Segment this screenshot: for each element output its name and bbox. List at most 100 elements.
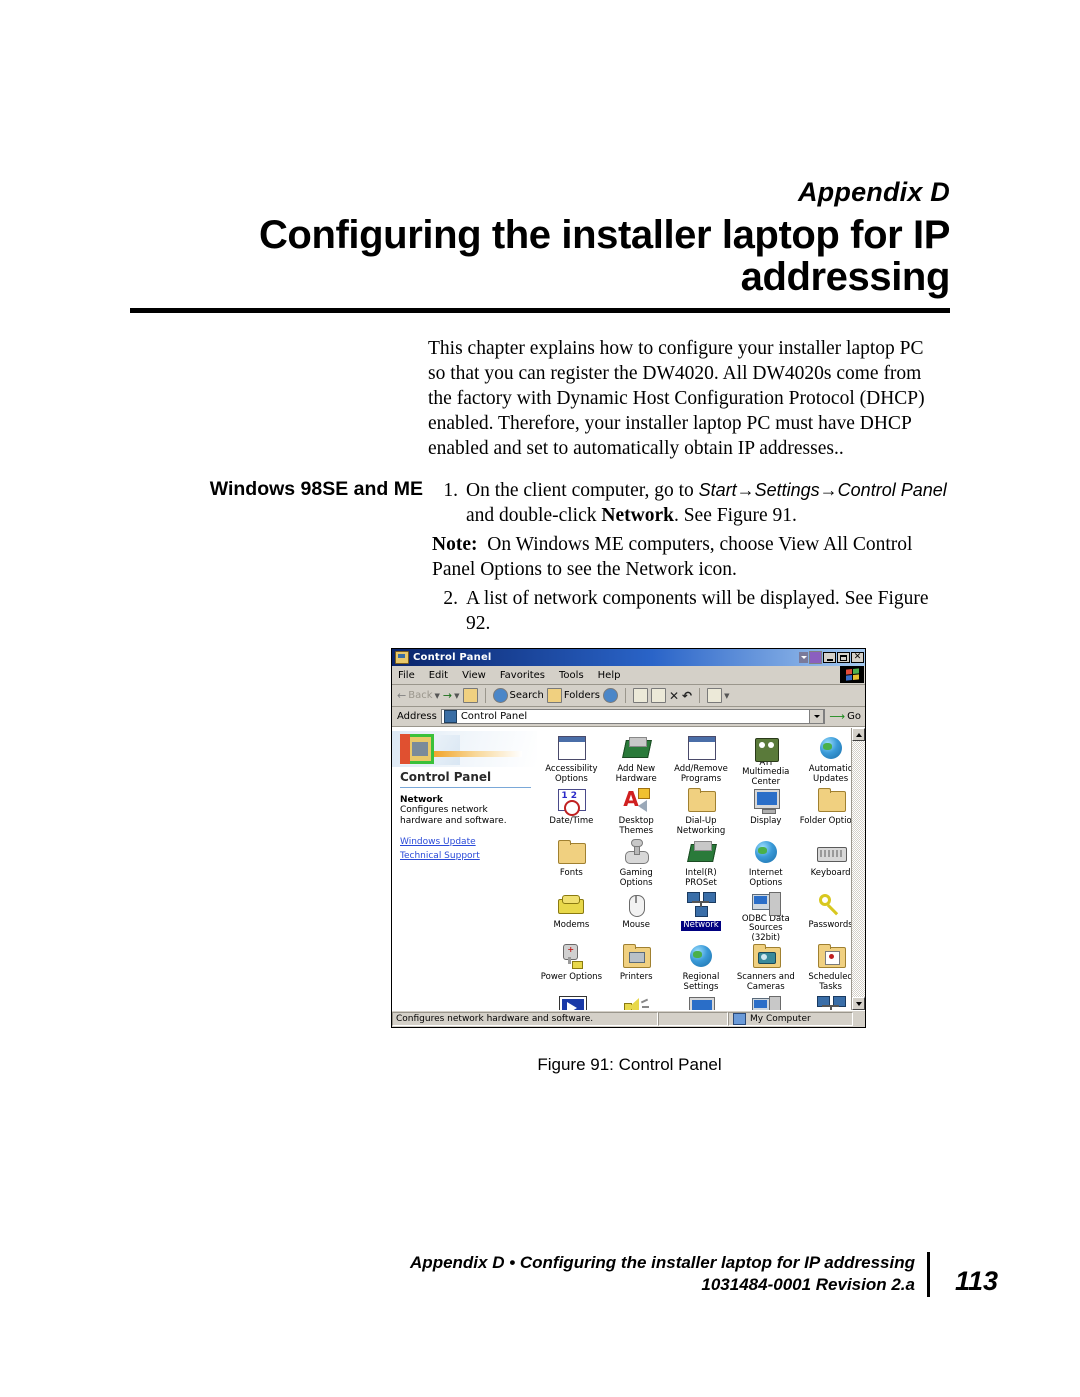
undo-button[interactable]: ↶ bbox=[682, 690, 692, 702]
views-button[interactable]: ▼ bbox=[707, 688, 730, 703]
control-panel-item[interactable]: Scanners and Cameras bbox=[733, 943, 798, 995]
document-page: Appendix D Configuring the installer lap… bbox=[0, 0, 1080, 1397]
note-block: Note: On Windows ME computers, choose Vi… bbox=[432, 532, 947, 582]
address-dropdown-icon[interactable] bbox=[809, 709, 825, 724]
menu-item-help[interactable]: Help bbox=[598, 670, 621, 681]
back-button[interactable]: ← Back ▼ bbox=[397, 690, 440, 701]
move-to-button[interactable] bbox=[632, 688, 648, 703]
pane-item-desc: Configures network hardware and software… bbox=[400, 805, 507, 826]
control-panel-banner-icon bbox=[400, 734, 434, 764]
control-panel-item[interactable]: Modems bbox=[539, 891, 604, 943]
list-item: 1. On the client computer, go to Start→S… bbox=[432, 478, 947, 528]
menu-item-edit[interactable]: Edit bbox=[429, 670, 448, 681]
pane-item-title: Network bbox=[400, 795, 443, 805]
toolbar-separator bbox=[624, 688, 626, 703]
control-panel-item[interactable]: 1 2 Date/Time bbox=[539, 787, 604, 839]
control-panel-item[interactable]: Dial-Up Networking bbox=[669, 787, 734, 839]
search-button[interactable]: Search bbox=[492, 688, 544, 703]
control-panel-item-label: Power Options bbox=[540, 972, 602, 982]
camera-icon bbox=[751, 943, 781, 971]
footer-text: Appendix D • Configuring the installer l… bbox=[380, 1252, 927, 1296]
address-input[interactable]: Control Panel bbox=[440, 709, 826, 724]
control-panel-icon-grid: Accessibility Options Add New Hardware Add… bbox=[537, 728, 865, 1010]
history-button[interactable] bbox=[602, 688, 618, 703]
window-icon bbox=[686, 735, 716, 763]
network-icon bbox=[816, 995, 846, 1010]
control-panel-item[interactable]: A Desktop Themes bbox=[604, 787, 669, 839]
status-zone: My Computer bbox=[728, 1012, 853, 1026]
control-panel-item[interactable] bbox=[604, 995, 669, 1010]
intro-paragraph: This chapter explains how to configure y… bbox=[428, 338, 925, 459]
up-button[interactable] bbox=[462, 688, 478, 703]
window-title-bar: Control Panel ✕ bbox=[392, 649, 865, 666]
control-panel-item[interactable]: Internet Options bbox=[733, 839, 798, 891]
control-panel-item[interactable]: Display bbox=[733, 787, 798, 839]
control-panel-item[interactable]: ODBC Data Sources (32bit) bbox=[733, 891, 798, 943]
step-number: 1. bbox=[443, 480, 458, 501]
copy-to-button[interactable] bbox=[650, 688, 666, 703]
go-button[interactable]: ⟶ Go bbox=[825, 710, 865, 723]
control-panel-item[interactable] bbox=[539, 995, 604, 1010]
heading-rule bbox=[130, 308, 950, 314]
forward-button[interactable]: → ▼ bbox=[443, 690, 460, 701]
keyboard-icon bbox=[816, 839, 847, 867]
menu-item-tools[interactable]: Tools bbox=[559, 670, 584, 681]
delete-button[interactable]: ✕ bbox=[669, 690, 679, 702]
control-panel-item[interactable]: Network bbox=[669, 891, 734, 943]
link-windows-update[interactable]: Windows Update bbox=[400, 837, 537, 847]
pane-rule bbox=[400, 787, 531, 788]
globe-icon bbox=[686, 943, 716, 971]
menu-bar: File Edit View Favorites Tools Help bbox=[392, 666, 865, 685]
control-panel-item[interactable] bbox=[669, 995, 734, 1010]
speaker-icon bbox=[621, 995, 651, 1010]
control-panel-item-label: Printers bbox=[619, 972, 653, 982]
close-button[interactable]: ✕ bbox=[851, 652, 864, 663]
control-panel-item-label: Scanners and Cameras bbox=[736, 972, 795, 992]
scroll-down-icon[interactable] bbox=[852, 997, 865, 1010]
menu-item-favorites[interactable]: Favorites bbox=[500, 670, 545, 681]
minimize-button[interactable] bbox=[823, 652, 836, 663]
control-panel-item[interactable]: Fonts bbox=[539, 839, 604, 891]
control-panel-item[interactable]: Printers bbox=[604, 943, 669, 995]
control-panel-item[interactable]: Intel(R) PROSet bbox=[669, 839, 734, 891]
scroll-up-icon[interactable] bbox=[852, 728, 865, 741]
control-panel-item[interactable]: Mouse bbox=[604, 891, 669, 943]
control-panel-item-label: Passwords bbox=[808, 920, 853, 930]
control-panel-item-label: Accessibility Options bbox=[545, 764, 598, 784]
link-technical-support[interactable]: Technical Support bbox=[400, 851, 537, 861]
menu-item-file[interactable]: File bbox=[398, 670, 415, 681]
vertical-scrollbar[interactable] bbox=[851, 728, 865, 1010]
status-spacer bbox=[658, 1012, 728, 1026]
resize-grip-icon[interactable] bbox=[853, 1012, 865, 1026]
maximize-button[interactable] bbox=[837, 652, 850, 663]
control-panel-item-label: Add New Hardware bbox=[615, 764, 657, 784]
printer-icon bbox=[621, 943, 652, 971]
chevron-down-icon[interactable] bbox=[799, 652, 808, 663]
page-footer: Appendix D • Configuring the installer l… bbox=[380, 1252, 998, 1297]
status-zone-label: My Computer bbox=[750, 1014, 811, 1024]
banner-stripe bbox=[430, 751, 522, 757]
step1-part2: and double-click bbox=[466, 505, 602, 526]
scrollbar-track[interactable] bbox=[852, 741, 865, 997]
figure-caption: Figure 91: Control Panel bbox=[537, 1055, 722, 1074]
server-icon bbox=[751, 995, 781, 1010]
network-emphasis: Network bbox=[601, 505, 674, 526]
steps-list: 1. On the client computer, go to Start→S… bbox=[432, 478, 947, 636]
control-panel-item[interactable]: ATI Multimedia Center bbox=[733, 735, 798, 787]
control-panel-item[interactable]: Add New Hardware bbox=[604, 735, 669, 787]
menu-item-view[interactable]: View bbox=[462, 670, 486, 681]
page-title: Configuring the installer laptop for IP … bbox=[258, 212, 950, 300]
left-info-pane: Control Panel Network Configures network… bbox=[392, 728, 537, 1010]
control-panel-item[interactable]: Accessibility Options bbox=[539, 735, 604, 787]
control-panel-item-label: Display bbox=[750, 816, 782, 826]
restore-glyph-icon[interactable] bbox=[809, 651, 822, 664]
card-icon bbox=[621, 735, 653, 763]
globe-icon bbox=[816, 735, 846, 763]
folders-button[interactable]: Folders bbox=[546, 688, 600, 703]
control-panel-item[interactable]: + Power Options bbox=[539, 943, 604, 995]
control-panel-item[interactable]: Gaming Options bbox=[604, 839, 669, 891]
control-panel-item[interactable]: Regional Settings bbox=[669, 943, 734, 995]
control-panel-item[interactable] bbox=[733, 995, 798, 1010]
control-panel-item-label: Date/Time bbox=[549, 816, 594, 826]
control-panel-item[interactable]: Add/Remove Programs bbox=[669, 735, 734, 787]
